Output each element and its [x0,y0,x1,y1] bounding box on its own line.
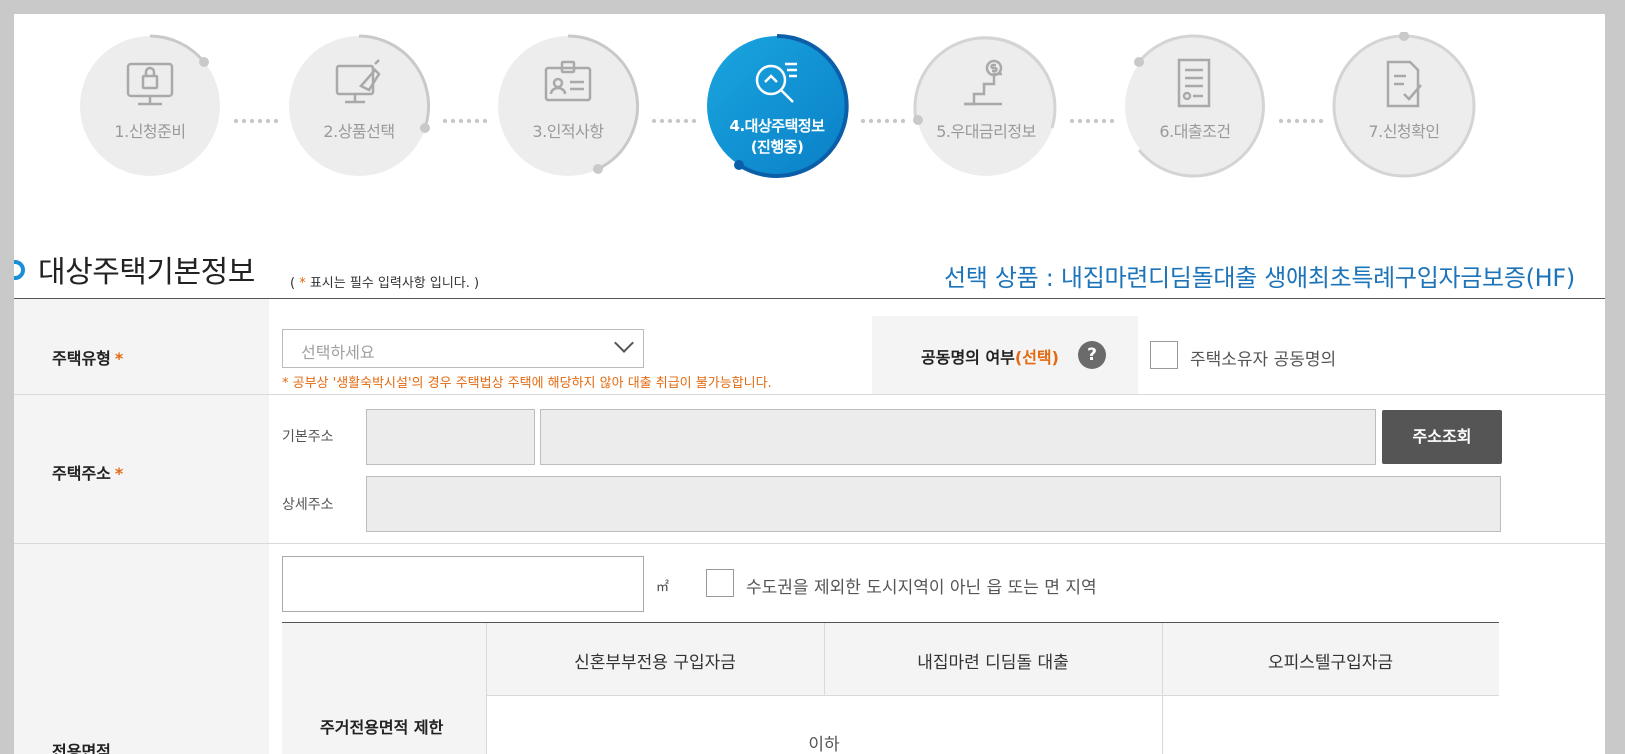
co-owner-checkbox[interactable] [1150,341,1178,369]
step-label: 5.우대금리정보 [936,122,1036,141]
table-header-newlywed: 신혼부부전용 구입자금 [574,653,736,673]
table-col-divider [1162,623,1163,754]
area-unit: ㎡ [656,580,670,595]
step-label: 7.신청확인 [1368,122,1440,141]
detail-address-label: 상세주소 [282,497,334,513]
address-search-button[interactable]: 주소조회 [1382,410,1502,464]
step-connector [1277,119,1325,123]
step-7: 7.신청확인 [1330,32,1476,178]
house-type-select[interactable]: 선택하세요 [282,329,644,368]
area-limit-label: 주거전용면적 제한 [320,718,444,737]
step-label: 6.대출조건 [1159,122,1231,141]
step-connector [441,119,489,123]
rural-area-checkbox[interactable] [706,569,734,597]
detail-address-field[interactable] [366,476,1501,532]
table-header-divider [486,695,1499,696]
step-connector [859,119,907,123]
id-card-icon [544,60,592,102]
co-owner-checkbox-label: 주택소유자 공동명의 [1190,350,1337,370]
basic-address-label: 기본주소 [282,429,334,445]
step-label: 3.인적사항 [532,122,604,141]
step-5: 5.우대금리정보 [912,32,1057,176]
address-label: 주택주소 * [52,464,124,483]
step-connector [232,119,280,123]
stairs-dollar-icon [964,59,1003,106]
label-cell [14,544,269,754]
area-limit-value: 이하 [808,735,840,754]
step-6: 6.대출조건 [1121,32,1265,178]
step-1: 1.신청준비 [76,32,220,176]
step-4-current: 4.대상주택정보 (진행중) [703,32,849,178]
step-label: 2.상품선택 [323,122,395,141]
document-check-icon [1386,60,1422,108]
house-type-label: 주택유형 * [52,349,124,368]
table-header-didimdol: 내집마련 디딤돌 대출 [917,653,1069,673]
house-type-warning: * 공부상 '생활숙박시설'의 경우 주택법상 주택에 해당하지 않아 대출 취… [282,376,772,391]
house-type-placeholder: 선택하세요 [301,343,375,362]
step-2: 2.상품선택 [285,32,431,176]
section-bullet-icon [14,260,25,280]
step-3: 3.인적사항 [494,32,639,176]
table-header-officetel: 오피스텔구입자금 [1267,653,1394,673]
selected-product: 선택 상품 : 내집마련디딤돌대출 생애최초특례구입자금보증(HF) [944,264,1575,292]
rural-area-checkbox-label: 수도권을 제외한 도시지역이 아닌 읍 또는 면 지역 [746,578,1097,598]
monitor-hand-icon [335,59,381,104]
house-search-icon [755,62,797,103]
co-owner-label: 공동명의 여부(선택) [921,348,1059,367]
application-form: 1.신청준비 2.상품선택 3.인적사항 4.대상주택정보 (진행중) 5.우대금… [14,14,1605,754]
zipcode-field[interactable] [366,409,535,465]
chevron-down-icon [614,333,634,353]
help-icon[interactable]: ? [1078,341,1106,369]
step-label-current: 4.대상주택정보 (진행중) [729,117,825,156]
step-connector [1068,119,1116,123]
computer-lock-icon [126,62,174,106]
section-title: 대상주택기본정보 [38,255,255,290]
step-connector [650,119,698,123]
document-list-icon [1177,58,1211,108]
area-input[interactable] [282,556,644,612]
area-row-label: 전용면적 [52,742,111,754]
step-label: 1.신청준비 [114,122,186,141]
required-note: ( * 표시는 필수 입력사항 입니다. ) [290,276,480,291]
basic-address-field[interactable] [540,409,1376,465]
